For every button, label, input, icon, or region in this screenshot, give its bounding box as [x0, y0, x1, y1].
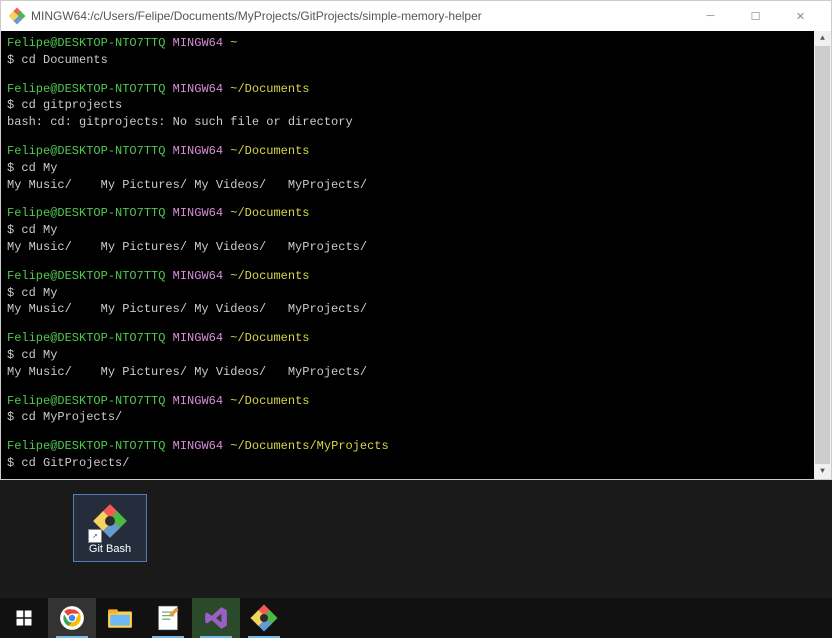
shortcut-arrow-icon: ↗	[88, 529, 102, 543]
gitbash-icon	[251, 605, 277, 631]
terminal-body[interactable]: Felipe@DESKTOP-NTO7TTQ MINGW64 ~$ cd Doc…	[1, 31, 831, 479]
gitbash-label: Git Bash	[89, 543, 131, 555]
prompt-line: Felipe@DESKTOP-NTO7TTQ MINGW64 ~/Documen…	[7, 330, 825, 347]
command-line: $ cd My	[7, 285, 825, 302]
scrollbar-thumb[interactable]	[815, 46, 830, 464]
taskbar	[0, 598, 832, 638]
taskbar-gitbash[interactable]	[240, 598, 288, 638]
scroll-up-icon[interactable]: ▲	[815, 31, 830, 46]
start-button[interactable]	[0, 598, 48, 638]
prompt-line: Felipe@DESKTOP-NTO7TTQ MINGW64 ~/Documen…	[7, 268, 825, 285]
close-button[interactable]: ✕	[778, 1, 823, 31]
output-line: bash: cd: gitprojects: No such file or d…	[7, 114, 825, 131]
taskbar-explorer[interactable]	[96, 598, 144, 638]
maximize-button[interactable]: ☐	[733, 1, 778, 31]
scrollbar[interactable]: ▲ ▼	[814, 31, 831, 479]
chrome-icon	[59, 605, 85, 631]
gitbash-icon: ↗	[90, 501, 130, 541]
output-line: My Music/ My Pictures/ My Videos/ MyProj…	[7, 364, 825, 381]
prompt-line: Felipe@DESKTOP-NTO7TTQ MINGW64 ~/Documen…	[7, 143, 825, 160]
scroll-down-icon[interactable]: ▼	[815, 464, 830, 479]
command-line: $ cd My	[7, 222, 825, 239]
minimize-button[interactable]: ─	[688, 1, 733, 31]
command-line: $ cd My	[7, 160, 825, 177]
titlebar[interactable]: MINGW64:/c/Users/Felipe/Documents/MyProj…	[1, 1, 831, 31]
window-icon	[9, 8, 25, 24]
prompt-line: Felipe@DESKTOP-NTO7TTQ MINGW64 ~	[7, 35, 825, 52]
command-line: $ cd MyProjects/	[7, 409, 825, 426]
taskbar-notepad[interactable]	[144, 598, 192, 638]
output-line: My Music/ My Pictures/ My Videos/ MyProj…	[7, 239, 825, 256]
gitbash-desktop-shortcut[interactable]: ↗ Git Bash	[73, 494, 147, 562]
window-controls: ─ ☐ ✕	[688, 1, 823, 31]
terminal-window: MINGW64:/c/Users/Felipe/Documents/MyProj…	[0, 0, 832, 480]
folder-icon	[107, 607, 133, 629]
command-line: $ cd My	[7, 347, 825, 364]
command-line: $ cd Documents	[7, 52, 825, 69]
command-line: $ cd gitprojects	[7, 97, 825, 114]
taskbar-chrome[interactable]	[48, 598, 96, 638]
prompt-line: Felipe@DESKTOP-NTO7TTQ MINGW64 ~/Documen…	[7, 81, 825, 98]
windows-icon	[15, 609, 33, 627]
prompt-line: Felipe@DESKTOP-NTO7TTQ MINGW64 ~/Documen…	[7, 205, 825, 222]
command-line: $ cd GitProjects/	[7, 455, 825, 472]
prompt-line: Felipe@DESKTOP-NTO7TTQ MINGW64 ~/Documen…	[7, 393, 825, 410]
output-line: My Music/ My Pictures/ My Videos/ MyProj…	[7, 177, 825, 194]
notepad-icon	[156, 605, 180, 631]
window-title: MINGW64:/c/Users/Felipe/Documents/MyProj…	[31, 9, 688, 23]
prompt-line: Felipe@DESKTOP-NTO7TTQ MINGW64 ~/Documen…	[7, 438, 825, 455]
output-line: My Music/ My Pictures/ My Videos/ MyProj…	[7, 301, 825, 318]
visualstudio-icon	[203, 605, 229, 631]
taskbar-visualstudio[interactable]	[192, 598, 240, 638]
